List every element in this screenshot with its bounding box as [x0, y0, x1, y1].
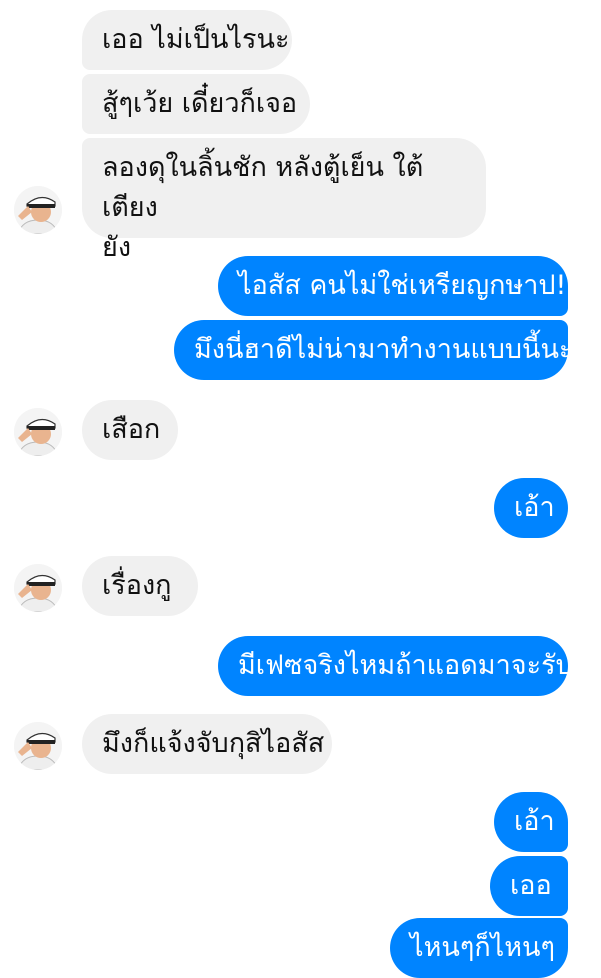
- avatar[interactable]: [14, 186, 62, 234]
- outgoing-message[interactable]: เออ: [490, 856, 568, 916]
- user-avatar-icon: [14, 186, 62, 234]
- outgoing-message[interactable]: มีเฟซจริงไหมถ้าแอดมาจะรับ: [218, 636, 573, 696]
- outgoing-message[interactable]: มึงนี่ฮาดีไม่น่ามาทำงานแบบนี้นะ: [174, 320, 573, 380]
- incoming-message[interactable]: สู้ๆเว้ย เดี๋ยวก็เจอ: [82, 74, 310, 134]
- incoming-message[interactable]: เสือก: [82, 400, 178, 460]
- avatar[interactable]: [14, 722, 62, 770]
- outgoing-message[interactable]: เอ้า: [494, 478, 568, 538]
- avatar[interactable]: [14, 564, 62, 612]
- incoming-message[interactable]: เออ ไม่เป็นไรนะ: [82, 10, 292, 70]
- user-avatar-icon: [14, 722, 62, 770]
- user-avatar-icon: [14, 564, 62, 612]
- incoming-message[interactable]: ลองดุในลิ้นชัก หลังตู้เย็น ใต้เตียง ยัง: [82, 138, 486, 263]
- message-line: ลองดุในลิ้นชัก หลังตู้เย็น ใต้เตียง: [102, 152, 424, 223]
- chat-thread: เออ ไม่เป็นไรนะ สู้ๆเว้ย เดี๋ยวก็เจอ ลอง…: [0, 0, 601, 978]
- avatar[interactable]: [14, 408, 62, 456]
- incoming-message[interactable]: เรื่องกู: [82, 556, 198, 616]
- incoming-message[interactable]: มึงก็แจ้งจับกุสิไอสัส: [82, 714, 332, 774]
- outgoing-message[interactable]: ไหนๆก็ไหนๆ: [390, 918, 568, 978]
- outgoing-message[interactable]: เอ้า: [494, 792, 568, 852]
- user-avatar-icon: [14, 408, 62, 456]
- outgoing-message[interactable]: ไอสัส คนไม่ใช่เหรียญกษาป!: [218, 256, 568, 316]
